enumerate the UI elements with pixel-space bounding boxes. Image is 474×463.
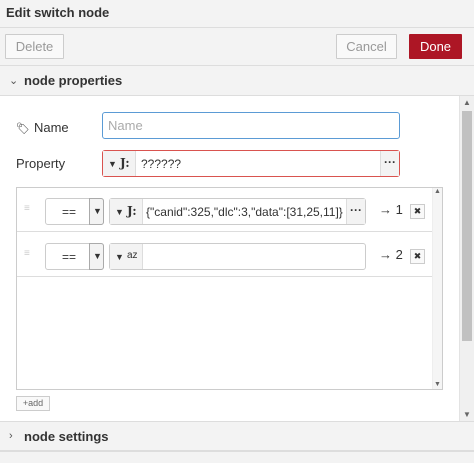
string-type-icon: az: [127, 250, 138, 261]
caret-down-icon: ▼: [115, 252, 124, 262]
operator-select[interactable]: == ▼: [45, 243, 104, 270]
scroll-up-icon[interactable]: ▲: [434, 188, 441, 195]
expand-editor-button[interactable]: ···: [346, 199, 365, 224]
drag-handle-icon[interactable]: ≡: [24, 204, 30, 214]
rule-row: ≡ == ▼ ▼ J: {"canid":325,"dlc":3,"data":…: [17, 188, 442, 232]
property-type-button[interactable]: ▼ J:: [103, 151, 136, 176]
close-icon: ✖: [413, 206, 422, 216]
done-button[interactable]: Done: [409, 34, 462, 59]
select-dropdown[interactable]: ▼: [89, 198, 104, 225]
name-input[interactable]: [102, 112, 400, 139]
rule-row: ≡ == ▼ ▼ az → 2 ✖: [17, 233, 442, 277]
operator-select[interactable]: == ▼: [45, 198, 104, 225]
remove-rule-button[interactable]: ✖: [410, 249, 425, 264]
property-value: ??????: [141, 157, 182, 171]
dialog-toolbar: Delete Cancel Done: [0, 28, 474, 66]
delete-button[interactable]: Delete: [5, 34, 64, 59]
add-rule-button[interactable]: +add: [16, 396, 50, 411]
scrollbar-thumb[interactable]: [462, 111, 472, 341]
dialog-footer: [0, 451, 474, 463]
scroll-down-icon[interactable]: ▼: [463, 410, 471, 419]
rule-type-button[interactable]: ▼ J:: [110, 199, 143, 224]
remove-rule-button[interactable]: ✖: [410, 204, 425, 219]
chevron-right-icon: ›: [9, 430, 13, 442]
section-label: node properties: [24, 73, 123, 88]
rule-value-input[interactable]: ▼ az: [109, 243, 366, 270]
chevron-down-icon: ▼: [93, 251, 102, 261]
scroll-up-icon[interactable]: ▲: [463, 98, 471, 107]
cancel-button[interactable]: Cancel: [336, 34, 397, 59]
tag-icon: 🏷: [16, 123, 30, 135]
json-type-icon: J:: [127, 204, 137, 218]
chevron-down-icon: ⌄: [9, 75, 19, 87]
section-label: node settings: [24, 429, 109, 444]
dialog-titlebar: Edit switch node: [0, 0, 474, 28]
output-port-label: → 2: [379, 247, 403, 262]
name-label: 🏷 Name: [16, 120, 69, 135]
rule-type-button[interactable]: ▼ az: [110, 244, 143, 269]
drag-handle-icon[interactable]: ≡: [24, 249, 30, 259]
rules-list: ≡ == ▼ ▼ J: {"canid":325,"dlc":3,"data":…: [16, 187, 443, 390]
property-typed-input[interactable]: ▼ J: ?????? ···: [102, 150, 400, 177]
chevron-down-icon: ▼: [93, 206, 102, 216]
caret-down-icon: ▼: [115, 207, 124, 217]
expand-editor-button[interactable]: ···: [380, 151, 399, 176]
close-icon: ✖: [413, 251, 422, 261]
json-type-icon: J:: [120, 156, 130, 170]
caret-down-icon: ▼: [108, 159, 117, 169]
panel-scrollbar[interactable]: ▲ ▼: [459, 96, 474, 421]
scroll-down-icon[interactable]: ▼: [434, 381, 441, 388]
section-node-settings[interactable]: › node settings: [0, 421, 474, 451]
output-port-label: → 1: [379, 202, 403, 217]
section-node-properties[interactable]: ⌄ node properties: [0, 66, 474, 96]
property-label: Property: [16, 156, 66, 171]
select-dropdown[interactable]: ▼: [89, 243, 104, 270]
dialog-title: Edit switch node: [6, 5, 110, 20]
rule-value: {"canid":325,"dlc":3,"data":[31,25,11]}: [146, 205, 343, 219]
rules-scrollbar[interactable]: ▲ ▼: [432, 188, 442, 389]
rule-value-input[interactable]: ▼ J: {"canid":325,"dlc":3,"data":[31,25,…: [109, 198, 366, 225]
